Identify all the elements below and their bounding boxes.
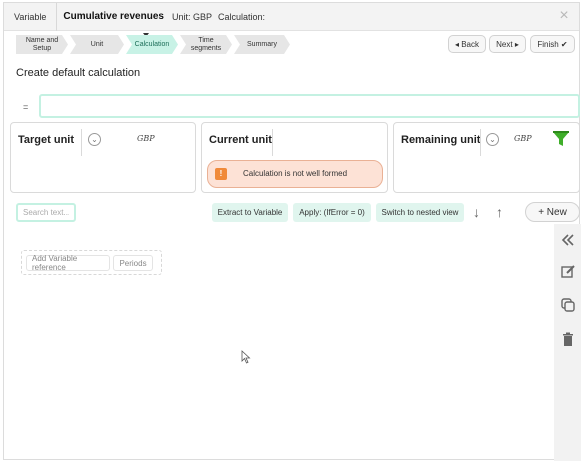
add-variable-reference-button[interactable]: Add Variable reference [26,254,110,272]
variable-label: Variable [4,2,58,31]
back-button[interactable]: ◂ Back [448,35,486,53]
divider [81,129,82,156]
step-label: Unit [90,40,104,48]
wizard-steps: Name and Setup Unit Calculation Time segme… [16,35,292,54]
title-bar: Variable Cumulative revenues Unit: GBP C… [4,2,579,31]
current-unit-card: Current unit ! Calculation is not well f… [201,122,388,193]
step-name-and-setup[interactable]: Name and Setup [16,35,68,54]
chevron-down-icon[interactable]: ⌄ [486,133,499,146]
calculation-label: Calculation: [217,11,266,22]
finish-button[interactable]: Finish ✔ [530,35,575,53]
mouse-cursor-icon [241,350,251,364]
step-label: Name and Setup [25,36,59,52]
target-unit-card: Target unit ⌄ GBP [10,122,196,193]
next-button[interactable]: Next ▸ [489,35,526,53]
formula-input[interactable] [39,94,580,118]
periods-button[interactable]: Periods [113,255,153,271]
divider [480,129,481,156]
step-label: Time segments [190,36,222,52]
collapse-icon[interactable] [560,232,576,248]
page-title: Create default calculation [16,67,141,79]
target-unit-title: Target unit [18,134,75,146]
calculation-error-banner: ! Calculation is not well formed [207,160,383,188]
reference-pills: Add Variable reference Periods [21,250,162,275]
move-up-icon[interactable]: ↑ [496,204,503,220]
target-unit-value: GBP [137,134,155,143]
equals-sign: = [23,102,29,112]
variable-name: Cumulative revenues [63,11,164,22]
new-button[interactable]: + New [525,202,580,222]
remaining-unit-card: Remaining unit ⌄ GBP [393,122,580,193]
edit-icon[interactable] [560,263,576,279]
side-panel [554,224,581,461]
remaining-unit-title: Remaining unit [401,134,481,146]
delete-icon[interactable] [560,331,576,347]
current-unit-title: Current unit [209,134,272,146]
step-time-segments[interactable]: Time segments [180,35,232,54]
calculation-window: Variable Cumulative revenues Unit: GBP C… [3,2,581,461]
extract-to-variable-button[interactable]: Extract to Variable [212,203,288,222]
error-message: Calculation is not well formed [242,169,348,178]
divider [272,129,273,156]
step-label: Summary [247,40,277,48]
step-summary[interactable]: Summary [234,35,290,54]
step-calculation[interactable]: Calculation [126,35,178,54]
remaining-unit-value: GBP [514,134,532,143]
apply-iferror-button[interactable]: Apply: (IfError = 0) [293,203,371,222]
duplicate-icon[interactable] [560,297,576,313]
unit-label: Unit: GBP [171,11,212,22]
switch-nested-view-button[interactable]: Switch to nested view [376,203,464,222]
filter-funnel-icon[interactable] [552,130,570,148]
step-label: Calculation [134,40,170,48]
move-down-icon[interactable]: ↓ [473,204,480,220]
search-input[interactable] [16,203,76,222]
step-unit[interactable]: Unit [70,35,124,54]
close-icon[interactable]: × [557,8,571,24]
chevron-down-icon[interactable]: ⌄ [88,133,101,146]
